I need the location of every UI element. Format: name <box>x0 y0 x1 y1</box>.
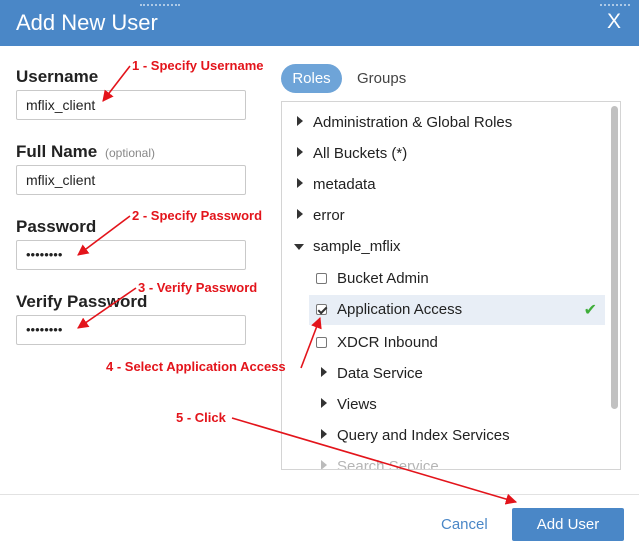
tab-roles[interactable]: Roles <box>281 64 342 93</box>
username-field[interactable]: mflix_client <box>16 90 246 120</box>
footer-divider <box>0 494 639 495</box>
verify-password-field[interactable]: •••••••• <box>16 315 246 345</box>
caret-right-icon <box>297 147 303 157</box>
fullname-field[interactable]: mflix_client <box>16 165 246 195</box>
role-item-label: sample_mflix <box>313 238 401 255</box>
dialog-title: Add New User <box>16 10 158 35</box>
role-item-label: Query and Index Services <box>337 427 510 444</box>
role-item-bucket-admin[interactable]: Bucket Admin <box>282 264 605 294</box>
role-item-label: Application Access <box>337 301 463 318</box>
role-item-label: metadata <box>313 176 376 193</box>
caret-right-icon <box>321 460 327 469</box>
role-item-label: Search Service <box>337 458 439 470</box>
role-item-label: All Buckets (*) <box>313 145 408 162</box>
caret-right-icon <box>297 116 303 126</box>
role-item-sample-mflix[interactable]: sample_mflix <box>282 232 605 262</box>
annotation-step-2: 2 - Specify Password <box>132 208 263 223</box>
verify-password-label: Verify Password <box>16 292 148 311</box>
roles-list[interactable]: Administration & Global Roles All Bucket… <box>281 101 621 470</box>
checkmark-icon: ✔ <box>583 302 597 319</box>
role-item-label: Views <box>337 396 377 413</box>
role-item-error[interactable]: error <box>282 201 605 231</box>
annotation-step-5: 5 - Click <box>176 410 226 425</box>
caret-right-icon <box>297 209 303 219</box>
caret-down-icon <box>294 244 304 250</box>
caret-right-icon <box>321 367 327 377</box>
cancel-button[interactable]: Cancel <box>441 516 488 533</box>
role-item-all-buckets[interactable]: All Buckets (*) <box>282 139 605 169</box>
role-item-administration[interactable]: Administration & Global Roles <box>282 108 605 138</box>
annotation-step-1: 1 - Specify Username <box>132 58 264 73</box>
annotation-step-4: 4 - Select Application Access <box>106 359 286 374</box>
close-button[interactable]: X <box>607 10 621 34</box>
role-item-metadata[interactable]: metadata <box>282 170 605 200</box>
checkbox[interactable] <box>316 273 327 284</box>
role-item-query-index[interactable]: Query and Index Services <box>282 421 605 451</box>
role-item-application-access[interactable]: Application Access ✔ <box>309 295 605 325</box>
role-item-label: Bucket Admin <box>337 270 429 287</box>
scrollbar[interactable] <box>611 106 618 409</box>
caret-right-icon <box>321 398 327 408</box>
role-item-search-service[interactable]: Search Service <box>282 452 605 470</box>
annotation-step-3: 3 - Verify Password <box>138 280 258 295</box>
role-item-views[interactable]: Views <box>282 390 605 420</box>
dialog-header: Add New User X <box>0 0 639 46</box>
add-user-button[interactable]: Add User <box>512 508 624 541</box>
role-item-label: Data Service <box>337 365 423 382</box>
checkbox-checked[interactable] <box>316 304 327 315</box>
username-label: Username <box>16 67 99 86</box>
caret-right-icon <box>321 429 327 439</box>
role-item-label: XDCR Inbound <box>337 334 438 351</box>
password-label: Password <box>16 217 97 236</box>
fullname-label: Full Name (optional) <box>16 142 155 162</box>
role-item-xdcr-inbound[interactable]: XDCR Inbound <box>282 328 605 358</box>
fullname-label-text: Full Name <box>16 142 98 161</box>
role-item-label: Administration & Global Roles <box>313 114 513 131</box>
role-item-label: error <box>313 207 345 224</box>
role-item-data-service[interactable]: Data Service <box>282 359 605 389</box>
tab-groups[interactable]: Groups <box>357 70 406 87</box>
fullname-optional-hint: (optional) <box>104 146 156 160</box>
password-field[interactable]: •••••••• <box>16 240 246 270</box>
checkbox[interactable] <box>316 337 327 348</box>
caret-right-icon <box>297 178 303 188</box>
